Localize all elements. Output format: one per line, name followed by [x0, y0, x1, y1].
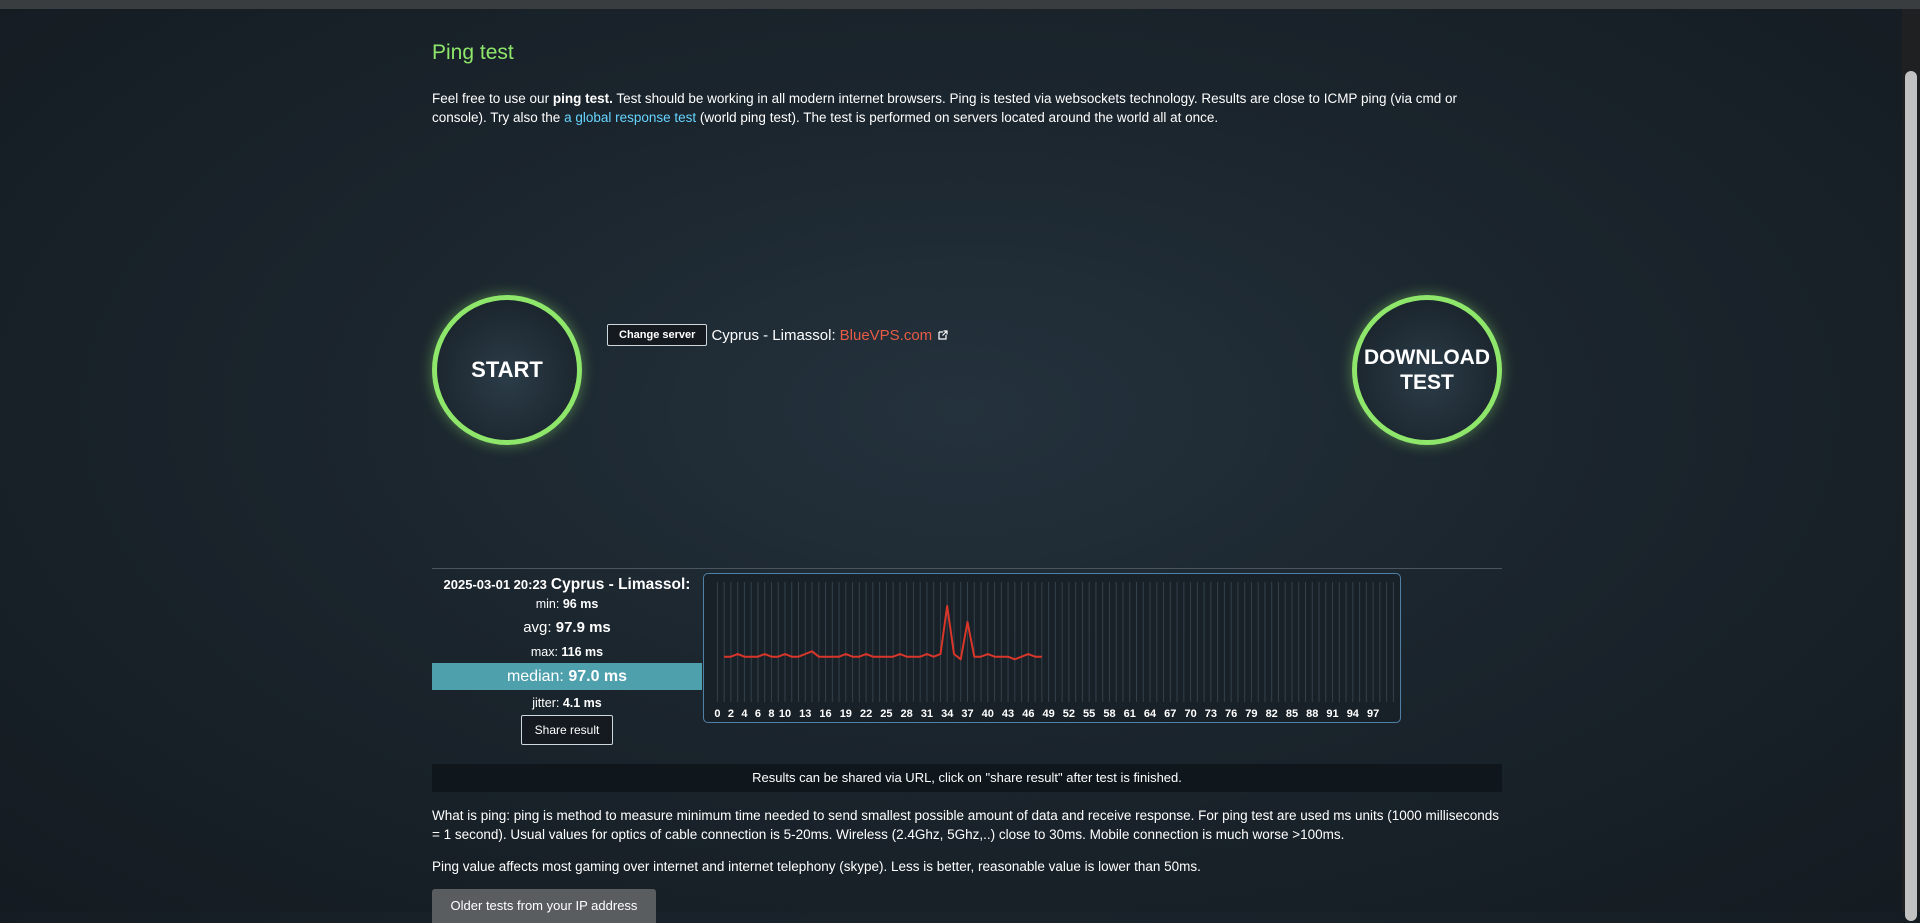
stat-min-label: min:	[535, 597, 560, 611]
share-info-bar: Results can be shared via URL, click on …	[432, 764, 1502, 792]
intro-part: Feel free to use our	[432, 91, 553, 106]
x-tick-label: 13	[799, 708, 811, 720]
x-tick-label: 79	[1245, 708, 1257, 720]
x-tick-label: 6	[755, 708, 761, 720]
stat-median-label: median:	[506, 668, 564, 685]
x-tick-label: 0	[714, 708, 720, 720]
stat-avg-label: avg:	[523, 619, 552, 636]
stat-jitter-label: jitter:	[532, 696, 560, 710]
external-link-icon[interactable]	[938, 330, 948, 340]
x-tick-label: 46	[1022, 708, 1034, 720]
server-location: Cyprus - Limassol:	[711, 326, 836, 344]
stat-max: max: 116 ms	[432, 642, 702, 662]
x-tick-label: 52	[1063, 708, 1075, 720]
stat-avg: avg: 97.9 ms	[432, 614, 702, 642]
server-selector: Change server Cyprus - Limassol: BlueVPS…	[607, 324, 948, 346]
x-tick-label: 31	[921, 708, 933, 720]
download-test-button[interactable]: DOWNLOAD TEST	[1352, 295, 1502, 445]
ping-chart-svg: 0 2 4 6 8 10 13 16 19 22 25 28 31 34 37 40 43 46 49 52 55 58 6…	[714, 582, 1394, 720]
scrollbar-thumb[interactable]	[1905, 71, 1917, 921]
page-title: Ping test	[432, 41, 514, 64]
x-tick-label: 64	[1144, 708, 1157, 720]
x-tick-label: 37	[961, 708, 973, 720]
x-tick-label: 22	[860, 708, 872, 720]
global-response-test-link[interactable]: a global response test	[564, 110, 696, 125]
x-tick-label: 8	[768, 708, 774, 720]
stat-jitter-value: 4.1 ms	[562, 696, 602, 710]
x-tick-label: 16	[819, 708, 831, 720]
older-tests-button[interactable]: Older tests from your IP address	[432, 889, 656, 923]
download-label-line2: TEST	[1400, 371, 1454, 394]
x-tick-label: 67	[1164, 708, 1176, 720]
stat-jitter: jitter: 4.1 ms	[432, 693, 702, 713]
scrollbar[interactable]	[1902, 9, 1920, 921]
results-divider	[432, 568, 1502, 569]
x-tick-label: 70	[1184, 708, 1196, 720]
x-tick-label: 25	[880, 708, 892, 720]
intro-part: (world ping test). The test is performed…	[696, 110, 1219, 125]
stat-median-value: 97.0 ms	[568, 668, 628, 685]
x-tick-label: 19	[840, 708, 852, 720]
x-tick-label: 40	[982, 708, 994, 720]
x-tick-label: 94	[1347, 708, 1360, 720]
ping-graph: 0 2 4 6 8 10 13 16 19 22 25 28 31 34 37 40 43 46 49 52 55 58 6…	[703, 573, 1401, 723]
x-tick-label: 4	[741, 708, 748, 720]
ping-explanation: What is ping: ping is method to measure …	[432, 808, 1500, 842]
x-tick-label: 91	[1326, 708, 1338, 720]
x-tick-label: 49	[1042, 708, 1054, 720]
server-provider-link[interactable]: BlueVPS.com	[840, 327, 933, 344]
ping-advice: Ping value affects most gaming over inte…	[432, 859, 1201, 874]
download-label-line1: DOWNLOAD	[1364, 346, 1490, 369]
x-tick-label: 43	[1002, 708, 1014, 720]
stat-max-value: 116 ms	[561, 645, 604, 659]
stat-max-label: max:	[530, 645, 558, 659]
stat-min-value: 96 ms	[562, 597, 599, 611]
stat-median: median: 97.0 ms	[432, 663, 702, 690]
x-tick-label: 2	[728, 708, 734, 720]
result-stats: 2025-03-01 20:23 Cyprus - Limassol: min: …	[432, 576, 702, 745]
stat-min: min: 96 ms	[432, 594, 702, 614]
x-tick-label: 97	[1367, 708, 1379, 720]
x-tick-label: 58	[1103, 708, 1115, 720]
x-tick-label: 28	[901, 708, 913, 720]
x-tick-label: 55	[1083, 708, 1095, 720]
result-location: Cyprus - Limassol:	[550, 576, 691, 593]
x-tick-label: 73	[1205, 708, 1217, 720]
change-server-button[interactable]: Change server	[607, 324, 708, 346]
result-header: 2025-03-01 20:23 Cyprus - Limassol:	[432, 576, 702, 594]
x-tick-label: 76	[1225, 708, 1237, 720]
intro-bold: ping test.	[552, 91, 613, 106]
x-tick-label: 85	[1286, 708, 1298, 720]
result-datetime: 2025-03-01 20:23	[443, 577, 547, 592]
x-tick-label: 10	[779, 708, 791, 720]
x-tick-label: 88	[1306, 708, 1318, 720]
stat-avg-value: 97.9 ms	[555, 619, 611, 636]
browser-top-bar	[0, 0, 1920, 9]
intro-text: Feel free to use our ping test. Test sho…	[432, 89, 1502, 127]
share-result-button[interactable]: Share result	[520, 715, 614, 745]
x-tick-label: 82	[1266, 708, 1278, 720]
start-button[interactable]: START	[432, 295, 582, 445]
x-tick-label: 34	[941, 708, 954, 720]
x-tick-label: 61	[1124, 708, 1136, 720]
